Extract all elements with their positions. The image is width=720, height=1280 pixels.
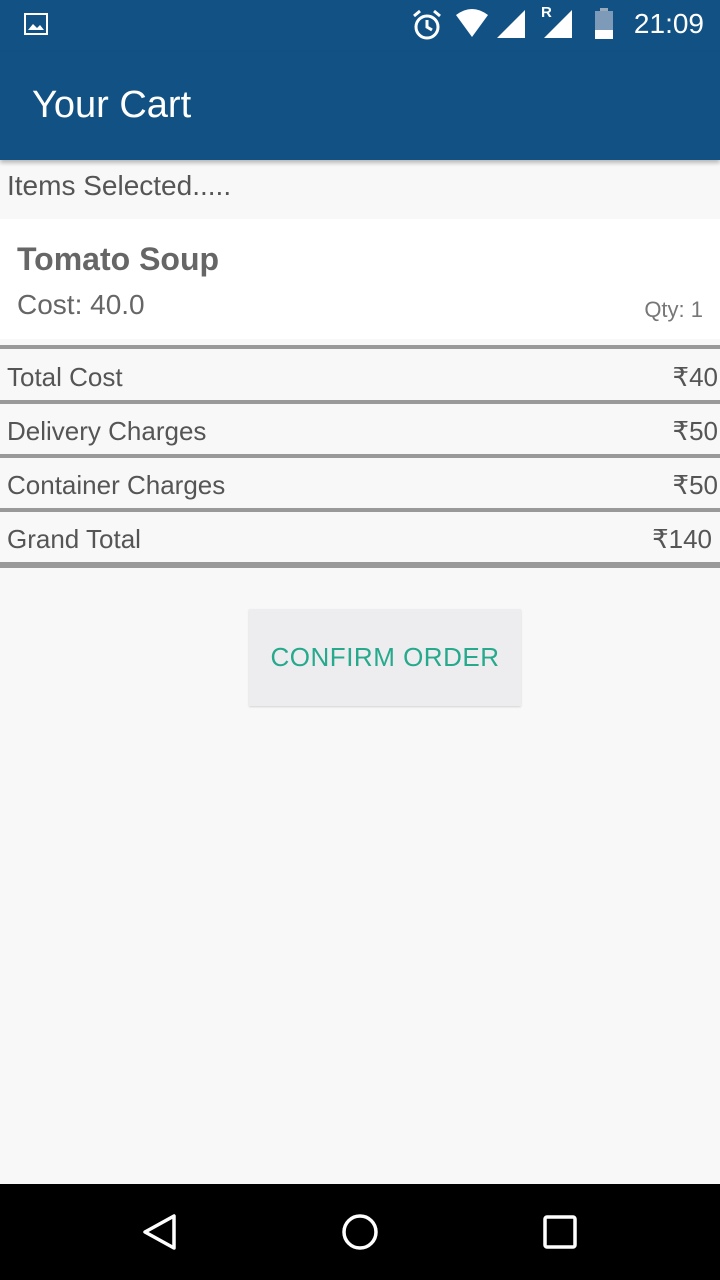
signal-icon — [497, 10, 525, 38]
roaming-label: R — [541, 4, 552, 21]
image-icon — [24, 13, 48, 35]
divider — [0, 345, 720, 349]
divider — [0, 400, 720, 404]
item-name: Tomato Soup — [17, 241, 220, 277]
grand-total-label: Grand Total — [7, 524, 141, 554]
container-charges-value: ₹50 — [672, 470, 718, 500]
item-cost: Cost: 40.0 — [17, 289, 145, 320]
delivery-charges-value: ₹50 — [672, 416, 718, 446]
delivery-charges-label: Delivery Charges — [7, 416, 207, 446]
back-icon[interactable] — [140, 1212, 180, 1252]
alarm-icon — [413, 9, 441, 40]
divider — [0, 454, 720, 458]
navigation-bar — [0, 1184, 720, 1280]
confirm-order-button[interactable]: CONFIRM ORDER — [249, 609, 521, 706]
status-bar: R 21:09 — [0, 0, 720, 52]
home-icon[interactable] — [340, 1212, 380, 1252]
status-time: 21:09 — [633, 8, 704, 39]
signal-roaming-icon: R — [541, 4, 575, 40]
page-title: Your Cart — [32, 84, 192, 126]
total-cost-value: ₹40 — [672, 362, 718, 392]
grand-total-value: ₹140 — [652, 524, 712, 554]
wifi-icon — [456, 9, 488, 37]
container-charges-label: Container Charges — [7, 470, 226, 500]
divider — [0, 508, 720, 512]
recents-icon[interactable] — [540, 1212, 580, 1252]
item-qty: Qty: 1 — [644, 297, 703, 322]
app-bar: Your Cart — [0, 52, 720, 160]
total-cost-label: Total Cost — [7, 362, 123, 392]
items-selected-label: Items Selected..... — [7, 170, 232, 201]
cart-item[interactable]: Tomato Soup Cost: 40.0 Qty: 1 — [0, 219, 720, 339]
divider — [0, 562, 720, 568]
battery-icon — [595, 8, 613, 39]
